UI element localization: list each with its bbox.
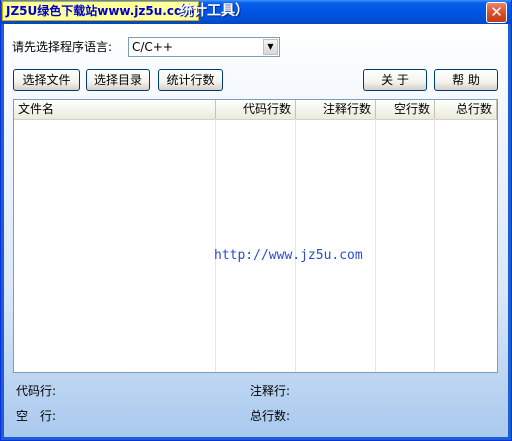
column-filename[interactable]: 文件名 (14, 100, 216, 119)
grid-line (434, 119, 435, 372)
language-select-value: C/C++ (132, 40, 173, 54)
chevron-down-icon[interactable]: ▼ (263, 39, 278, 55)
comment-lines-label: 注释行: (250, 384, 291, 398)
watermark-banner: JZ5U绿色下载站www.jz5u.com (2, 1, 199, 21)
select-directory-button[interactable]: 选择目录 (86, 69, 150, 91)
close-button[interactable]: ✕ (486, 2, 507, 23)
title-bar[interactable]: JZ5U绿色下载站www.jz5u.com 统计工具） ✕ (1, 0, 511, 24)
help-button[interactable]: 帮 助 (434, 69, 498, 91)
watermark-url: http://www.jz5u.com (214, 248, 363, 263)
code-lines-label: 代码行: (16, 384, 57, 398)
client-area: 请先选择程序语言: C/C++ ▼ 选择文件 选择目录 统计行数 关 于 帮 助… (4, 24, 508, 437)
about-button[interactable]: 关 于 (363, 69, 427, 91)
grid-line (375, 119, 376, 372)
window-title: 统计工具） (179, 3, 249, 19)
list-header: 文件名 代码行数 注释行数 空行数 总行数 (14, 100, 497, 120)
file-list[interactable]: 文件名 代码行数 注释行数 空行数 总行数 http://www.jz5u.co… (13, 99, 498, 373)
select-file-button[interactable]: 选择文件 (13, 69, 80, 91)
total-lines-label: 总行数: (250, 409, 291, 423)
grid-line (215, 119, 216, 372)
column-total-lines[interactable]: 总行数 (435, 100, 497, 119)
column-blank-lines[interactable]: 空行数 (376, 100, 435, 119)
blank-lines-label: 空 行: (16, 409, 57, 423)
language-label: 请先选择程序语言: (12, 40, 113, 54)
count-lines-button[interactable]: 统计行数 (158, 69, 223, 91)
app-window: JZ5U绿色下载站www.jz5u.com 统计工具） ✕ 请先选择程序语言: … (0, 0, 512, 441)
language-select[interactable]: C/C++ ▼ (128, 37, 280, 57)
column-code-lines[interactable]: 代码行数 (216, 100, 296, 119)
close-icon: ✕ (490, 3, 503, 21)
column-comment-lines[interactable]: 注释行数 (296, 100, 376, 119)
grid-line (295, 119, 296, 372)
